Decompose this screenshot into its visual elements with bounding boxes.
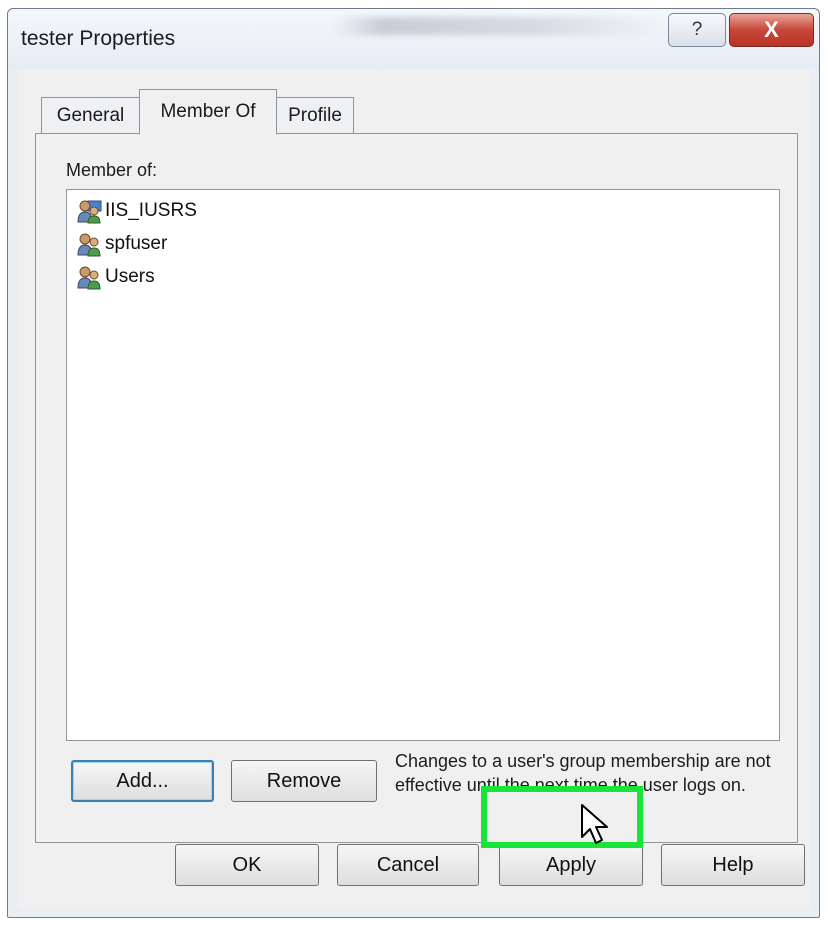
list-item[interactable]: IIS_IUSRS: [77, 196, 197, 226]
cancel-button[interactable]: Cancel: [337, 844, 479, 886]
blurred-title-region: [333, 17, 663, 35]
properties-dialog: tester Properties ? X General Member Of …: [7, 8, 820, 918]
help-button-label: Help: [712, 853, 754, 876]
tab-general-label: General: [56, 104, 125, 126]
title-bar[interactable]: tester Properties ? X: [8, 9, 819, 69]
cancel-button-label: Cancel: [376, 853, 440, 876]
tab-member-of-label: Member Of: [160, 101, 256, 122]
group-listbox[interactable]: IIS_IUSRS spfuser Users: [66, 189, 780, 741]
mouse-cursor-icon: [581, 804, 608, 844]
ok-button[interactable]: OK: [175, 844, 319, 886]
group-name: IIS_IUSRS: [105, 200, 197, 221]
help-button[interactable]: Help: [661, 844, 805, 886]
apply-button[interactable]: Apply: [499, 844, 643, 886]
dialog-body: General Member Of Profile Member of: IIS…: [18, 69, 810, 909]
group-icon: [77, 266, 101, 290]
tab-member-of[interactable]: Member Of: [139, 89, 277, 135]
tab-profile[interactable]: Profile: [276, 97, 354, 133]
tab-profile-label: Profile: [288, 104, 342, 126]
remove-button[interactable]: Remove: [231, 760, 377, 802]
question-icon: ?: [691, 19, 703, 40]
close-icon: X: [764, 17, 779, 42]
add-button-label: Add...: [116, 769, 169, 792]
member-of-panel: Member of: IIS_IUSRS spfuser Users Add..…: [35, 133, 798, 843]
help-title-button[interactable]: ?: [668, 13, 726, 47]
ok-button-label: OK: [232, 853, 262, 876]
add-button[interactable]: Add...: [71, 760, 214, 802]
list-item[interactable]: spfuser: [77, 229, 167, 259]
group-icon: [77, 233, 101, 257]
dialog-title: tester Properties: [21, 27, 176, 50]
tab-general[interactable]: General: [41, 97, 140, 133]
group-name: spfuser: [105, 233, 168, 254]
apply-button-label: Apply: [545, 853, 597, 876]
group-icon: [77, 200, 102, 224]
remove-button-label: Remove: [266, 769, 342, 792]
list-item[interactable]: Users: [77, 262, 155, 292]
group-name: Users: [105, 266, 155, 287]
apply-highlight: [481, 786, 643, 848]
close-button[interactable]: X: [729, 13, 814, 47]
member-of-label: Member of:: [66, 160, 158, 180]
